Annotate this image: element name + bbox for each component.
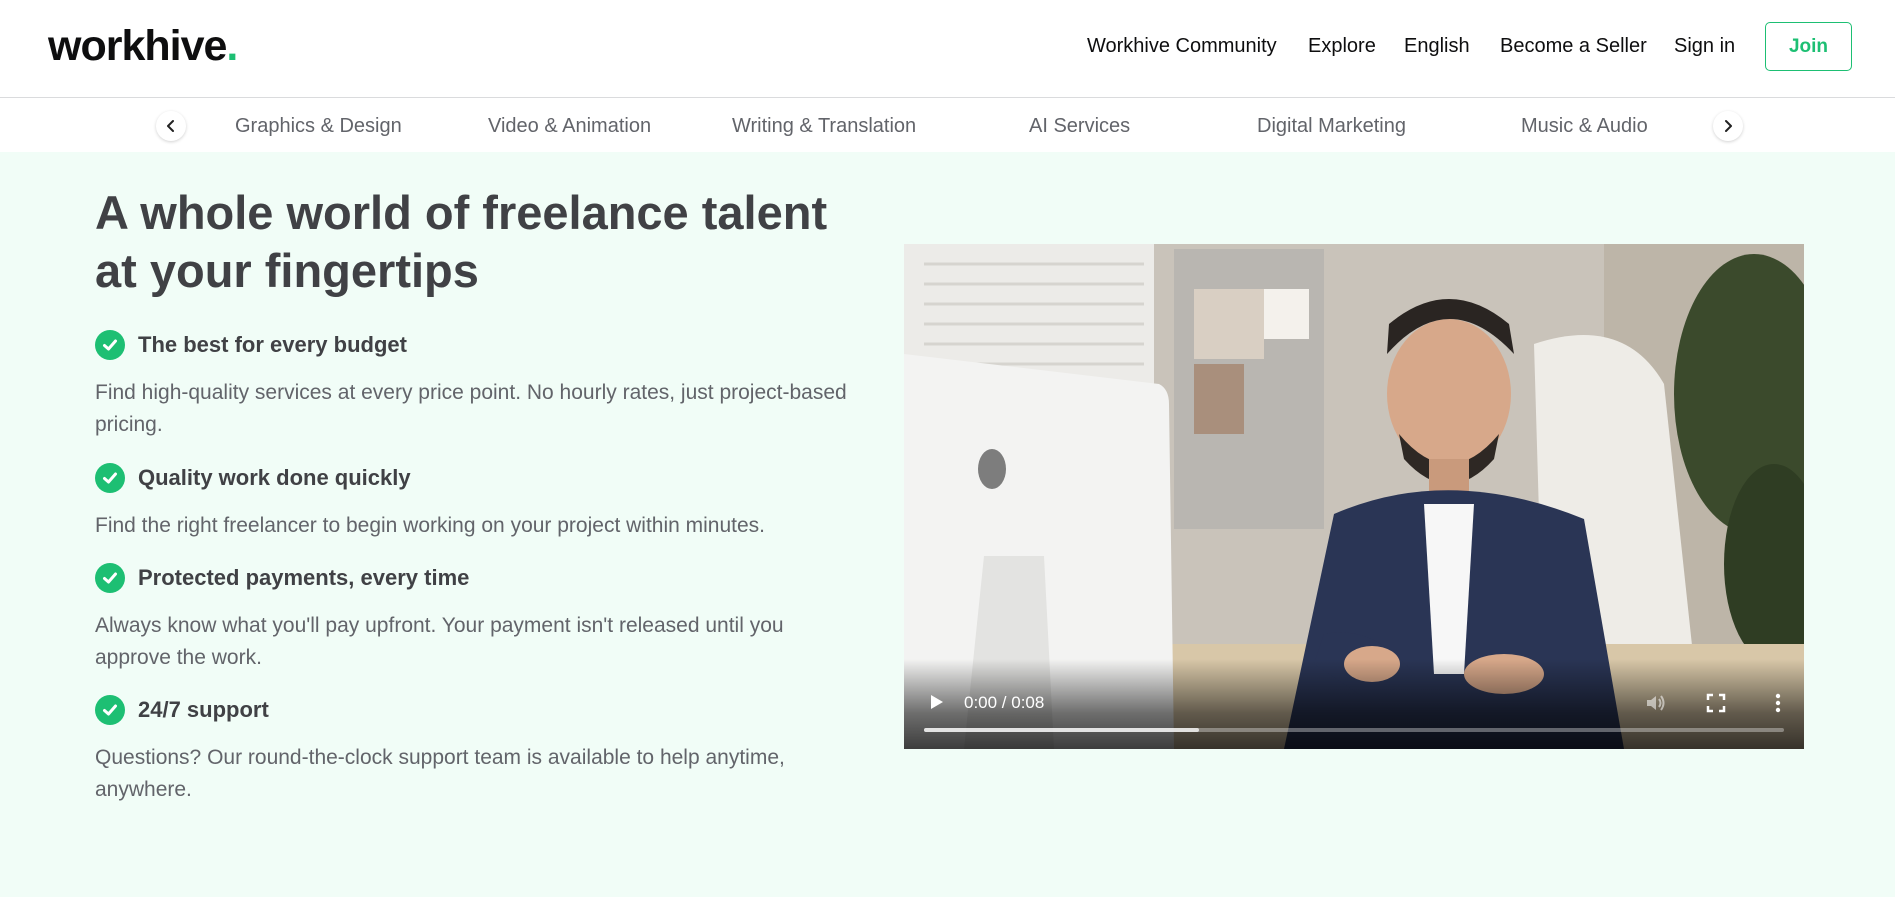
video-controls: 0:00 / 0:08 bbox=[904, 659, 1804, 749]
category-next-button[interactable] bbox=[1713, 111, 1743, 141]
nav-workhive-community[interactable]: Workhive Community bbox=[1087, 35, 1277, 58]
category-graphics-design[interactable]: Graphics & Design bbox=[235, 115, 402, 138]
feature-quality: Quality work done quickly bbox=[95, 463, 411, 493]
category-ai-services[interactable]: AI Services bbox=[1029, 115, 1130, 138]
volume-icon[interactable] bbox=[1644, 691, 1668, 715]
logo[interactable]: workhive. bbox=[48, 22, 238, 71]
hero-title: A whole world of freelance talent at you… bbox=[95, 186, 828, 297]
join-button[interactable]: Join bbox=[1765, 22, 1852, 71]
check-icon bbox=[95, 463, 125, 493]
category-music-audio[interactable]: Music & Audio bbox=[1521, 115, 1648, 138]
hero-video[interactable]: 0:00 / 0:08 bbox=[904, 244, 1804, 749]
nav-become-seller[interactable]: Become a Seller bbox=[1500, 35, 1647, 58]
feature-title: Protected payments, every time bbox=[138, 565, 470, 590]
nav-explore[interactable]: Explore bbox=[1308, 35, 1376, 58]
nav-language[interactable]: English bbox=[1404, 35, 1470, 58]
video-time: 0:00 / 0:08 bbox=[964, 693, 1045, 712]
check-icon bbox=[95, 563, 125, 593]
category-digital-marketing[interactable]: Digital Marketing bbox=[1257, 115, 1406, 138]
feature-title: The best for every budget bbox=[138, 332, 407, 357]
more-options-icon[interactable] bbox=[1766, 691, 1790, 715]
category-video-animation[interactable]: Video & Animation bbox=[488, 115, 651, 138]
chevron-left-icon bbox=[167, 120, 174, 132]
category-writing-translation[interactable]: Writing & Translation bbox=[732, 115, 916, 138]
feature-title: Quality work done quickly bbox=[138, 465, 411, 490]
category-bar: Graphics & Design Video & Animation Writ… bbox=[0, 99, 1895, 152]
video-progress-bar[interactable] bbox=[924, 728, 1784, 732]
play-icon[interactable] bbox=[926, 692, 946, 712]
category-prev-button[interactable] bbox=[156, 111, 186, 141]
top-header: workhive. Workhive Community Explore Eng… bbox=[0, 0, 1895, 98]
check-icon bbox=[95, 330, 125, 360]
feature-title: 24/7 support bbox=[138, 697, 269, 722]
feature-description: Find the right freelancer to begin worki… bbox=[95, 514, 766, 537]
feature-description: Always know what you'll pay upfront. You… bbox=[95, 614, 784, 669]
feature-description: Find high-quality services at every pric… bbox=[95, 381, 847, 436]
feature-payments: Protected payments, every time bbox=[95, 563, 469, 593]
fullscreen-icon[interactable] bbox=[1704, 691, 1728, 715]
feature-budget: The best for every budget bbox=[95, 330, 407, 360]
check-icon bbox=[95, 695, 125, 725]
nav-sign-in[interactable]: Sign in bbox=[1674, 35, 1735, 58]
chevron-right-icon bbox=[1725, 120, 1732, 132]
video-buffered-fill bbox=[924, 728, 1200, 732]
feature-description: Questions? Our round-the-clock support t… bbox=[95, 746, 785, 801]
feature-support: 24/7 support bbox=[95, 695, 269, 725]
